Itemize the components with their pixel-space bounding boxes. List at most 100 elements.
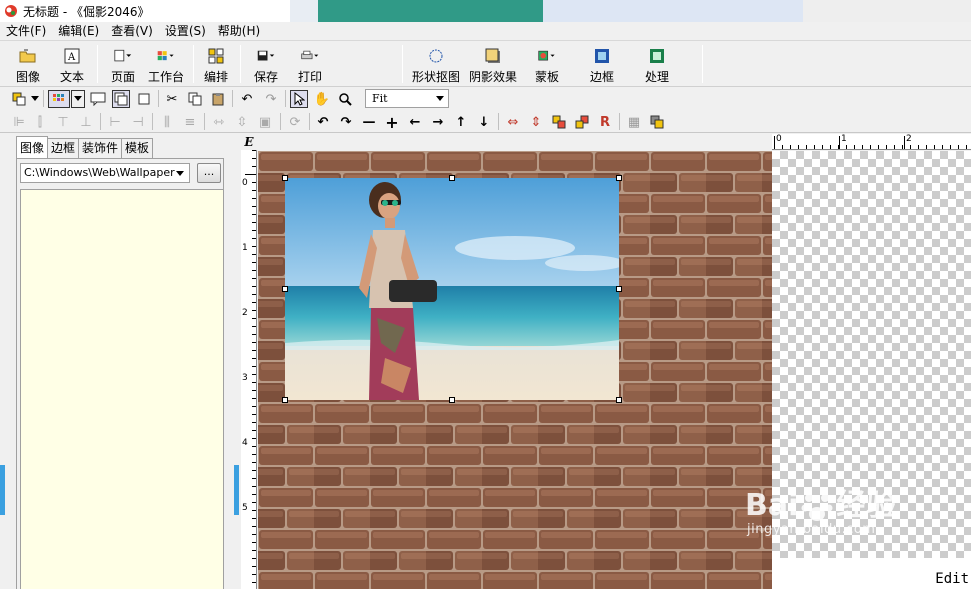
process-button[interactable]: 处理	[641, 43, 673, 85]
dropdown-arrow-icon[interactable]	[71, 90, 85, 108]
arrow-left-icon[interactable]: ←	[406, 113, 424, 131]
send-back-icon[interactable]	[573, 113, 591, 131]
resize-handle-se[interactable]	[616, 397, 622, 403]
group-icon[interactable]: ▦	[625, 113, 643, 131]
toolbar-separator	[204, 113, 205, 130]
resize-handle-ne[interactable]	[616, 175, 622, 181]
tab-decoration[interactable]: 装饰件	[78, 138, 123, 158]
resize-handle-e[interactable]	[616, 286, 622, 292]
save-button[interactable]: 保存	[248, 43, 284, 85]
placed-photo[interactable]	[285, 178, 619, 400]
menu-edit[interactable]: 编辑(E)	[52, 22, 105, 41]
title-bar: 无标题 - 《倔影2046》	[0, 0, 971, 22]
menu-settings[interactable]: 设置(S)	[159, 22, 212, 41]
print-button[interactable]: 打印	[292, 43, 328, 85]
rotate-left-icon[interactable]: ↶	[314, 113, 332, 131]
border-button[interactable]: 边框	[586, 43, 618, 85]
page-button[interactable]: 页面	[106, 43, 140, 85]
shape-cutout-button[interactable]: 形状抠图	[410, 43, 462, 85]
layers-icon[interactable]	[112, 90, 130, 108]
minus-icon[interactable]: —	[360, 113, 378, 131]
distribute-horizontal-icon[interactable]: ⊢	[106, 113, 124, 131]
vertical-ruler-ticks	[245, 150, 256, 583]
same-size-icon[interactable]: ▣	[256, 113, 274, 131]
horizontal-ruler-ticks	[774, 136, 967, 149]
toolbar-separator	[309, 113, 310, 130]
space-vertical-icon[interactable]: ≡	[181, 113, 199, 131]
chevron-down-icon	[176, 171, 184, 176]
toolbar-separator	[498, 113, 499, 130]
app-logo-icon[interactable]	[3, 3, 19, 19]
arrange-button[interactable]: 编排	[200, 43, 232, 85]
color-grid-icon[interactable]	[48, 90, 70, 108]
same-height-icon[interactable]: ⇳	[233, 113, 251, 131]
workbench-button[interactable]: 工作台	[146, 43, 186, 85]
object-type-icon[interactable]	[10, 90, 28, 108]
arrow-up-icon[interactable]: ↑	[452, 113, 470, 131]
bring-front-icon[interactable]	[550, 113, 568, 131]
menu-help[interactable]: 帮助(H)	[212, 22, 266, 41]
align-center-icon[interactable]: ⫿	[31, 113, 49, 131]
dropdown-arrow-icon[interactable]	[30, 90, 40, 108]
resize-handle-sw[interactable]	[282, 397, 288, 403]
cut-icon[interactable]: ✂	[163, 90, 181, 108]
plus-icon[interactable]: +	[383, 113, 401, 132]
panel-tabs: 图像 边框 装饰件 模板	[16, 136, 154, 158]
resize-handle-s[interactable]	[449, 397, 455, 403]
svg-text:A: A	[67, 52, 76, 63]
tab-border[interactable]: 边框	[47, 138, 80, 158]
toolbar-separator	[152, 113, 153, 130]
align-bottom-icon[interactable]: ⊥	[77, 113, 95, 131]
toolbar-separator	[402, 45, 403, 83]
rotate-icon[interactable]: ⟳	[286, 113, 304, 131]
menu-view[interactable]: 查看(V)	[105, 22, 159, 41]
watermark-url: jingyan.baidu.com	[747, 522, 876, 537]
zoom-select[interactable]: Fit	[365, 89, 449, 108]
arrow-right-icon[interactable]: →	[429, 113, 447, 131]
image-button[interactable]: 图像	[10, 43, 46, 85]
distribute-vertical-icon[interactable]: ⊣	[129, 113, 147, 131]
shadow-effect-button[interactable]: 阴影效果	[467, 43, 519, 85]
align-top-icon[interactable]: ⊤	[54, 113, 72, 131]
redo-icon[interactable]: ↷	[262, 90, 280, 108]
watermark-brand-cn: 经验	[836, 488, 897, 523]
text-button[interactable]: A 文本	[56, 43, 88, 85]
comment-icon[interactable]	[89, 90, 107, 108]
zoom-icon[interactable]	[336, 90, 354, 108]
hand-icon[interactable]: ✋	[313, 90, 331, 108]
toolbar-separator	[97, 45, 98, 83]
paw-logo-icon	[801, 494, 833, 521]
mask-button[interactable]: 蒙板	[530, 43, 564, 85]
workbench-icon	[157, 47, 175, 65]
resize-handle-w[interactable]	[282, 286, 288, 292]
toolbar-separator	[240, 45, 241, 83]
thumbnail-list[interactable]	[20, 189, 224, 589]
flip-vertical-icon[interactable]: ⇕	[527, 113, 545, 131]
menu-file[interactable]: 文件(F)	[0, 22, 52, 41]
reset-icon[interactable]: R	[596, 113, 614, 131]
left-collapse-handle[interactable]	[0, 465, 5, 515]
tab-image[interactable]: 图像	[16, 136, 49, 158]
ruler-number: 0	[242, 178, 248, 188]
same-width-icon[interactable]: ⇿	[210, 113, 228, 131]
select-arrow-icon[interactable]	[290, 90, 308, 108]
resize-handle-nw[interactable]	[282, 175, 288, 181]
arrow-down-icon[interactable]: ↓	[475, 113, 493, 131]
space-horizontal-icon[interactable]: ⫼	[158, 113, 176, 131]
browse-button[interactable]: ...	[197, 163, 221, 183]
flip-horizontal-icon[interactable]: ⇔	[504, 113, 522, 131]
rotate-right-icon[interactable]: ↷	[337, 113, 355, 131]
align-left-icon[interactable]: ⊫	[10, 113, 28, 131]
copy-icon[interactable]	[186, 90, 204, 108]
tab-template[interactable]: 模板	[121, 138, 154, 158]
panel-collapse-handle[interactable]	[234, 465, 239, 515]
left-panel: 图像 边框 装饰件 模板 C:\Windows\Web\Wallpaper ..…	[14, 134, 226, 589]
frame-icon[interactable]	[135, 90, 153, 108]
ungroup-icon[interactable]	[648, 113, 666, 131]
folder-path-select[interactable]: C:\Windows\Web\Wallpaper	[20, 163, 190, 183]
image-button-label: 图像	[15, 70, 40, 84]
ruler-number: 5	[242, 503, 248, 513]
paste-icon[interactable]	[209, 90, 227, 108]
undo-icon[interactable]: ↶	[238, 90, 256, 108]
resize-handle-n[interactable]	[449, 175, 455, 181]
